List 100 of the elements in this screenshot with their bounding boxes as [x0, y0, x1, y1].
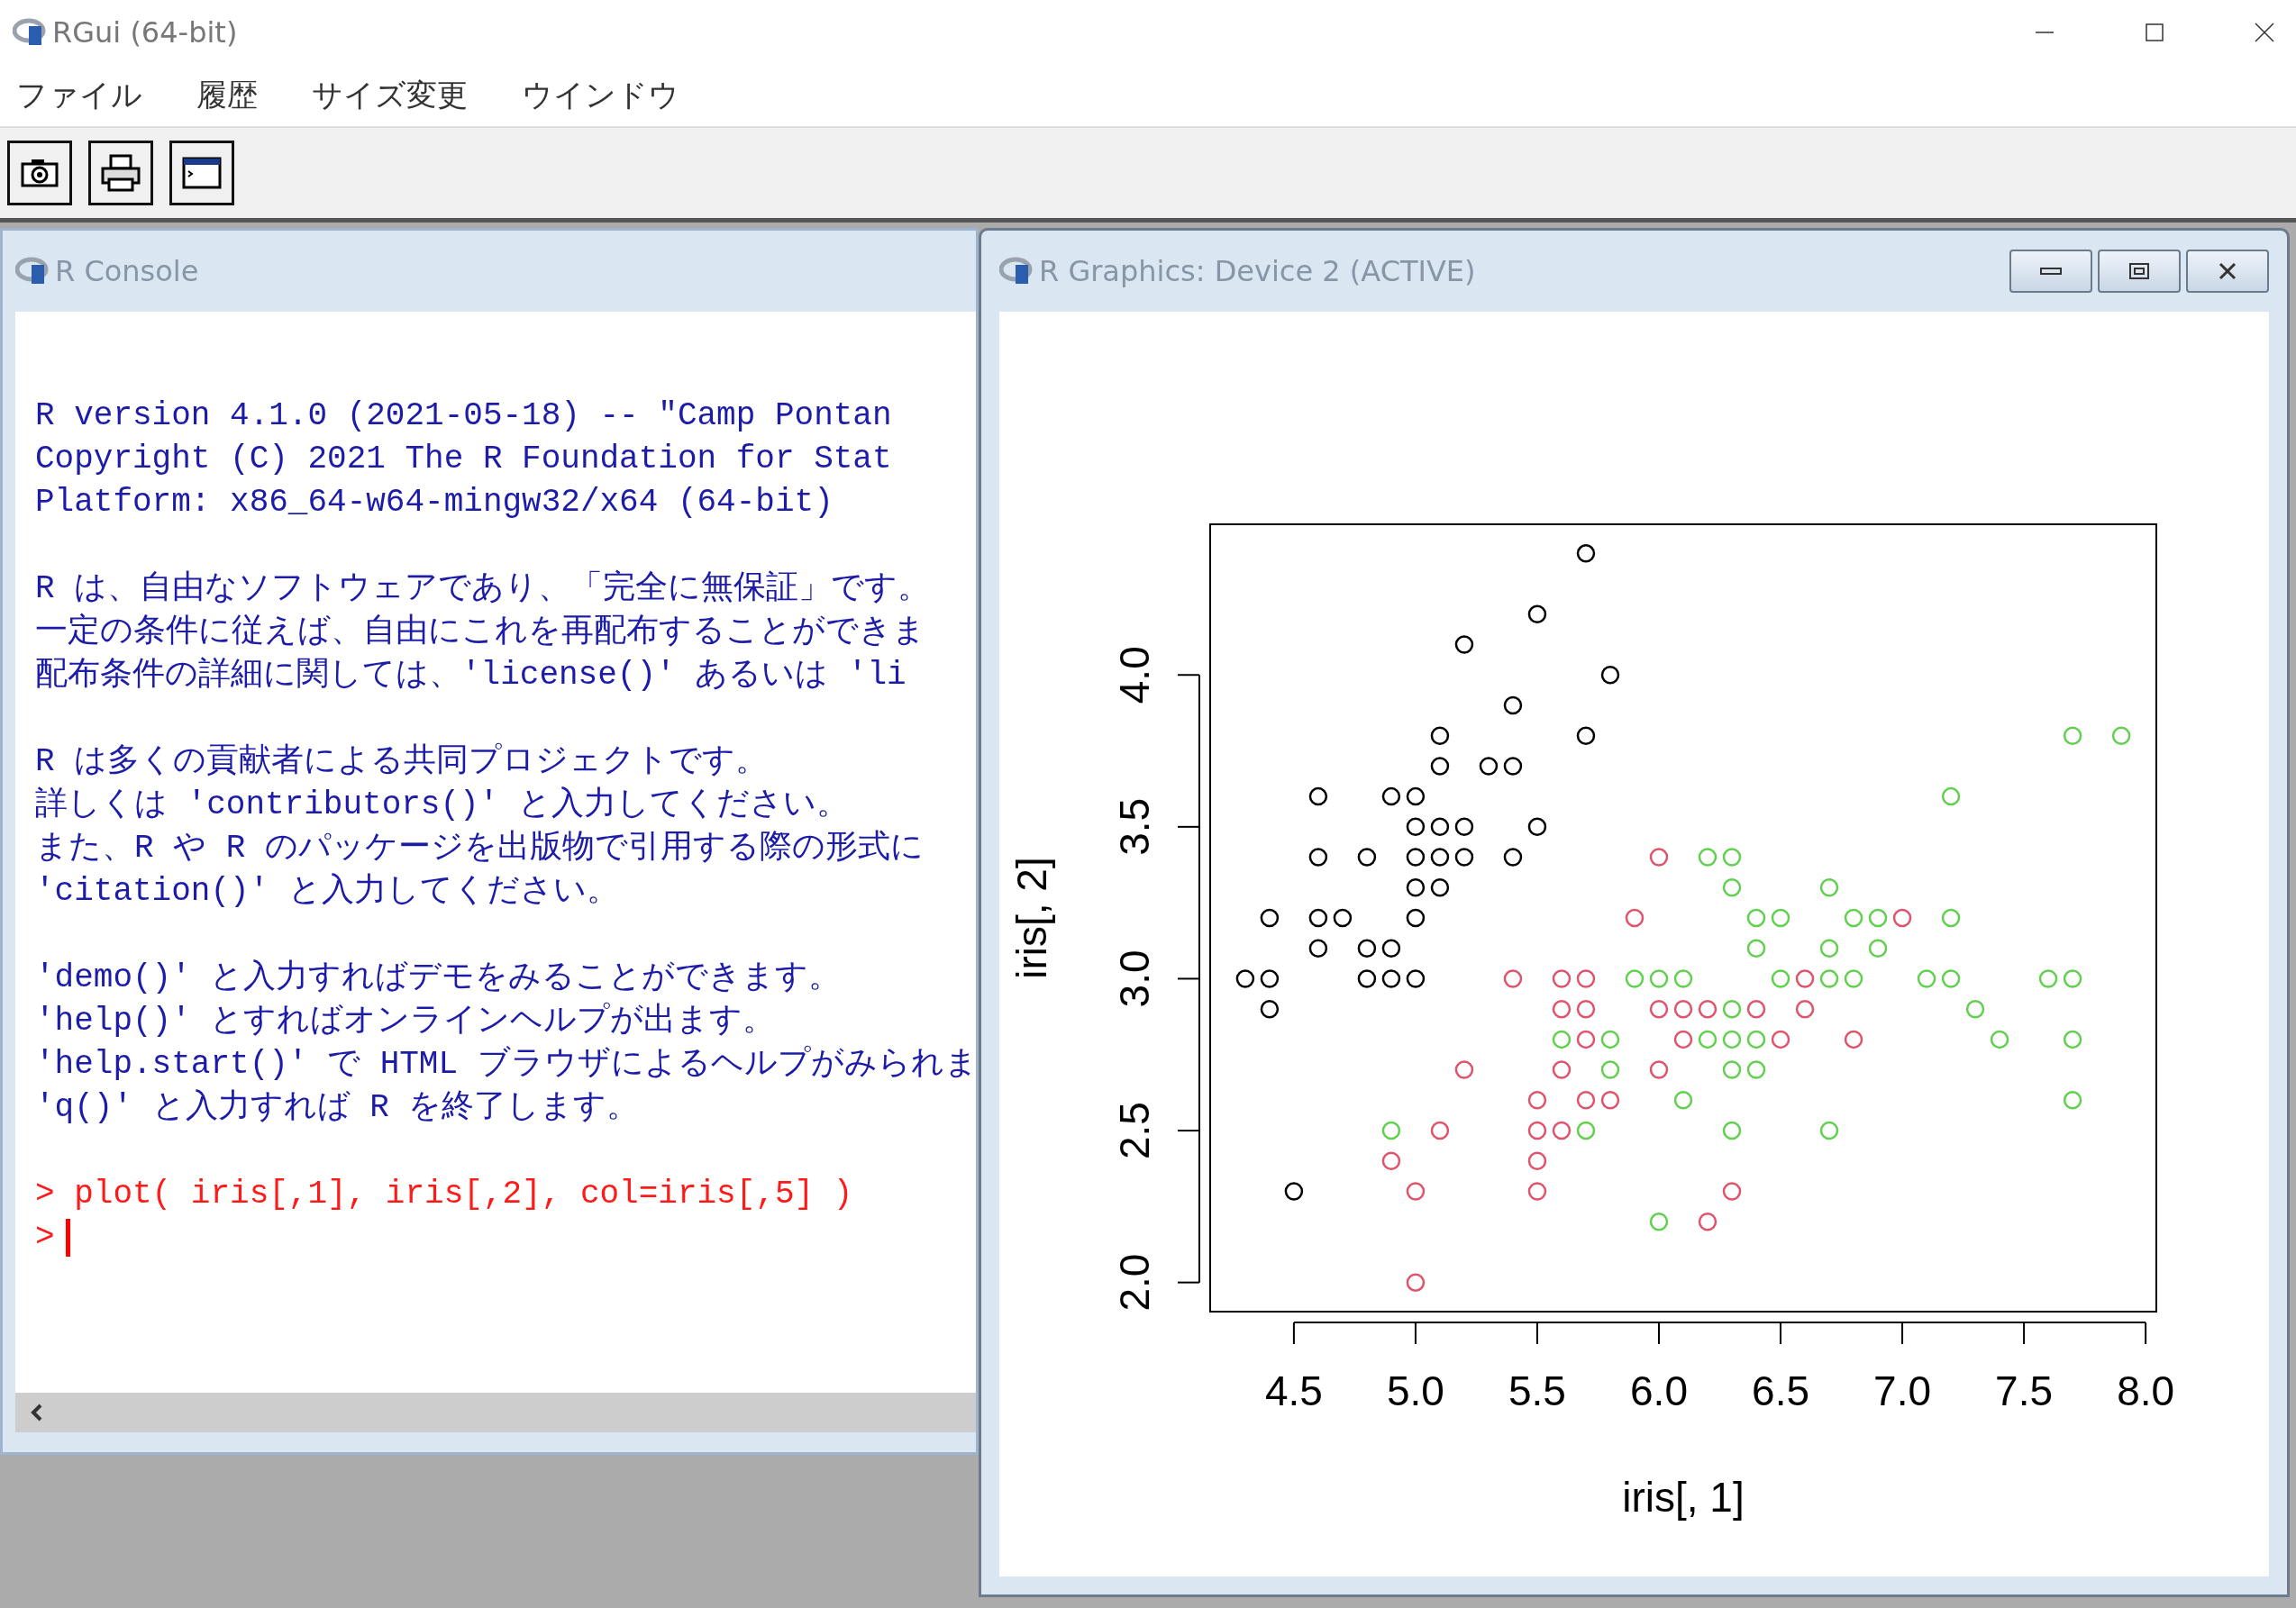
data-point	[1649, 1060, 1669, 1079]
console-line: また、R や R のパッケージを出版物で引用する際の形式に	[35, 829, 925, 868]
console-line: Platform: x86_64-w64-mingw32/x64 (64-bit)	[35, 483, 834, 522]
console-line: 詳しくは 'contributors()' と入力してください。	[35, 786, 849, 825]
data-point	[2063, 969, 2082, 988]
data-point	[1673, 999, 1693, 1019]
x-tick-label: 6.0	[1630, 1367, 1688, 1414]
x-tick-label: 5.0	[1386, 1367, 1444, 1414]
x-tick-label: 7.0	[1873, 1367, 1932, 1414]
data-point	[1746, 1060, 1766, 1079]
data-point	[1406, 848, 1426, 867]
data-point	[1552, 1121, 1572, 1140]
data-point	[1649, 969, 1669, 988]
data-point	[1381, 1151, 1401, 1170]
console-line: R version 4.1.0 (2021-05-18) -- "Camp Pontan	[35, 396, 892, 436]
data-point	[1698, 848, 1717, 867]
data-point	[1308, 786, 1328, 806]
data-point	[1819, 1121, 1839, 1140]
data-point	[1576, 1030, 1596, 1049]
data-point	[1260, 969, 1280, 988]
data-point	[1430, 757, 1450, 776]
y-tick-label: 2.0	[1111, 1253, 1158, 1312]
data-point	[1454, 635, 1474, 654]
menu-item[interactable]: サイズ変更	[312, 75, 468, 116]
data-point	[2063, 1091, 2082, 1110]
data-point	[1430, 848, 1450, 867]
data-point	[1527, 1091, 1547, 1110]
minimize-button[interactable]	[2009, 250, 2092, 293]
data-point	[1722, 1182, 1742, 1201]
console-button[interactable]	[169, 141, 234, 205]
x-tick-label: 6.5	[1752, 1367, 1809, 1414]
menu-item[interactable]: 履歴	[196, 75, 258, 116]
data-point	[1795, 999, 1815, 1019]
y-axis-label: iris[, 2]	[1008, 857, 1055, 979]
console-title: R Console	[55, 254, 199, 288]
menu-item[interactable]: ウインドウ	[522, 75, 679, 116]
print-button[interactable]	[88, 141, 153, 205]
data-point	[1722, 878, 1742, 897]
data-point	[1941, 786, 1961, 806]
data-point	[1430, 878, 1450, 897]
data-point	[1503, 757, 1523, 776]
console-line: 一定の条件に従えば、自由にこれを再配布することができま	[35, 612, 925, 652]
data-point	[1479, 757, 1499, 776]
data-point	[1552, 999, 1572, 1019]
close-icon[interactable]	[2255, 23, 2274, 42]
data-point	[1503, 848, 1523, 867]
data-point	[2063, 726, 2082, 745]
data-point	[1260, 908, 1280, 928]
data-point	[1819, 969, 1839, 988]
data-point	[1503, 695, 1523, 715]
data-point	[1381, 939, 1401, 958]
data-point	[1965, 999, 1985, 1019]
data-point	[1698, 1212, 1717, 1231]
data-point	[1576, 969, 1596, 988]
maximize-icon[interactable]	[2145, 23, 2164, 42]
data-point	[1722, 999, 1742, 1019]
console-line: >	[35, 1218, 55, 1258]
data-point	[1844, 1030, 1863, 1049]
data-point	[1673, 1091, 1693, 1110]
console-line: Copyright (C) 2021 The R Foundation for Stat	[35, 440, 892, 479]
data-point	[1576, 999, 1596, 1019]
data-point	[1892, 908, 1912, 928]
menu-item[interactable]: ファイル	[16, 75, 142, 116]
data-point	[1795, 969, 1815, 988]
data-point	[1722, 1060, 1742, 1079]
data-point	[1698, 1030, 1717, 1049]
data-point	[1284, 1182, 1304, 1201]
data-point	[1819, 939, 1839, 958]
data-point	[1406, 908, 1426, 928]
data-point	[1673, 969, 1693, 988]
data-point	[1527, 1151, 1547, 1170]
data-point	[1260, 999, 1280, 1019]
data-point	[1406, 878, 1426, 897]
data-point	[1527, 817, 1547, 837]
data-point	[1235, 969, 1255, 988]
data-point	[1600, 1060, 1620, 1079]
data-point	[1381, 786, 1401, 806]
data-point	[1844, 908, 1863, 928]
y-tick-label: 3.5	[1111, 797, 1158, 856]
horizontal-scrollbar[interactable]	[15, 1393, 976, 1432]
data-point	[1430, 1121, 1450, 1140]
data-point	[1406, 817, 1426, 837]
y-tick-label: 4.0	[1111, 646, 1158, 704]
printer-icon	[100, 154, 141, 192]
console-line: 'citation()' と入力してください。	[35, 872, 619, 912]
data-point	[1454, 848, 1474, 867]
data-point	[1430, 817, 1450, 837]
data-point	[1430, 726, 1450, 745]
data-point	[1406, 786, 1426, 806]
x-tick-label: 4.5	[1264, 1367, 1323, 1414]
window-icon	[181, 155, 223, 191]
data-point	[1698, 999, 1717, 1019]
data-point	[1308, 939, 1328, 958]
y-tick-label: 3.0	[1111, 949, 1158, 1008]
camera-button[interactable]	[7, 141, 72, 205]
close-button[interactable]	[2186, 250, 2269, 293]
x-tick-label: 5.5	[1508, 1367, 1566, 1414]
x-tick-label: 7.5	[1995, 1367, 2054, 1414]
data-point	[1381, 1121, 1401, 1140]
restore-button[interactable]	[2098, 250, 2181, 293]
